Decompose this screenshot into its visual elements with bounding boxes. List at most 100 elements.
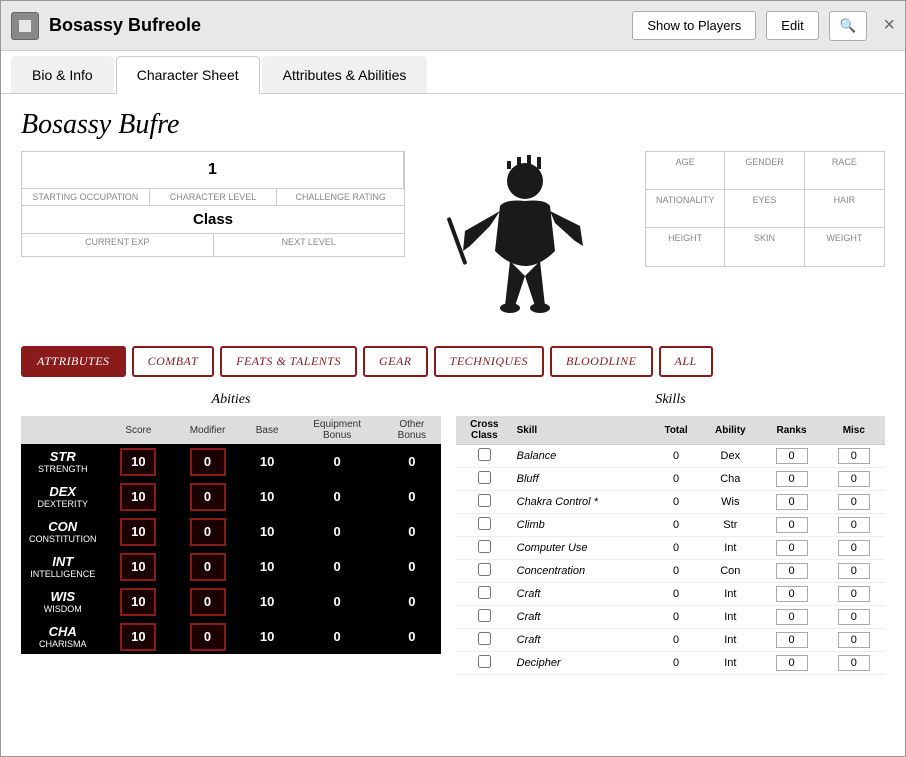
modifier-input[interactable] [190, 518, 226, 546]
cross-class-checkbox[interactable] [478, 448, 491, 461]
skill-misc-input[interactable] [838, 586, 870, 602]
skill-misc-input[interactable] [838, 609, 870, 625]
skill-ranks-input[interactable] [776, 609, 808, 625]
edit-button[interactable]: Edit [766, 11, 818, 40]
filter-techniques-button[interactable]: Techniques [434, 346, 544, 377]
cross-class-checkbox[interactable] [478, 494, 491, 507]
skill-ability: Wis [700, 491, 760, 514]
other-bonus-value: 0 [383, 479, 441, 514]
skill-total: 0 [652, 445, 701, 468]
cross-class-checkbox[interactable] [478, 609, 491, 622]
table-row: Bluff 0 Cha [456, 468, 885, 491]
score-input[interactable] [120, 588, 156, 616]
level-field: 1 [22, 152, 404, 188]
table-row: STR Strength 10 0 0 [21, 444, 441, 479]
skill-misc-input[interactable] [838, 494, 870, 510]
score-input[interactable] [120, 553, 156, 581]
modifier-input[interactable] [190, 623, 226, 651]
filter-gear-button[interactable]: Gear [363, 346, 428, 377]
close-button[interactable]: × [883, 14, 895, 37]
skill-misc-input[interactable] [838, 448, 870, 464]
tab-bio-info[interactable]: Bio & Info [11, 56, 114, 93]
cross-class-checkbox[interactable] [478, 586, 491, 599]
base-value: 10 [243, 479, 292, 514]
skill-total: 0 [652, 629, 701, 652]
table-row: Computer Use 0 Int [456, 537, 885, 560]
tab-attributes-abilities[interactable]: Attributes & Abilities [262, 56, 428, 93]
window-icon [11, 12, 39, 40]
skill-ranks-input[interactable] [776, 448, 808, 464]
attr-name: Constitution [29, 534, 97, 544]
cross-class-checkbox[interactable] [478, 655, 491, 668]
skill-misc-input[interactable] [838, 471, 870, 487]
skill-ranks-input[interactable] [776, 540, 808, 556]
skills-col-skill: Skill [513, 416, 652, 445]
skill-total: 0 [652, 514, 701, 537]
score-input[interactable] [120, 623, 156, 651]
abilities-col-eq-bonus: EquipmentBonus [292, 416, 383, 444]
filter-feats-button[interactable]: Feats & Talents [220, 346, 357, 377]
skill-misc-input[interactable] [838, 632, 870, 648]
modifier-input[interactable] [190, 553, 226, 581]
skill-name: Computer Use [513, 537, 652, 560]
abilities-col-modifier: Modifier [172, 416, 242, 444]
cross-class-checkbox[interactable] [478, 517, 491, 530]
lower-section: Abities Score Modifier Base EquipmentBon… [21, 392, 885, 675]
cross-class-checkbox[interactable] [478, 563, 491, 576]
modifier-input[interactable] [190, 588, 226, 616]
skill-total: 0 [652, 560, 701, 583]
skills-col-ability: Ability [700, 416, 760, 445]
skill-misc-input[interactable] [838, 517, 870, 533]
cross-class-checkbox[interactable] [478, 540, 491, 553]
skill-name: Bluff [513, 468, 652, 491]
skill-total: 0 [652, 606, 701, 629]
score-input[interactable] [120, 483, 156, 511]
skill-name: Chakra Control * [513, 491, 652, 514]
skill-misc-input[interactable] [838, 563, 870, 579]
filter-attributes-button[interactable]: Attributes [21, 346, 126, 377]
filter-all-button[interactable]: All [659, 346, 713, 377]
filter-combat-button[interactable]: Combat [132, 346, 215, 377]
show-to-players-button[interactable]: Show to Players [632, 11, 756, 40]
skill-total: 0 [652, 583, 701, 606]
current-exp-label: Current EXP [22, 234, 214, 256]
score-input[interactable] [120, 518, 156, 546]
skill-ranks-input[interactable] [776, 563, 808, 579]
attr-abbr: STR [29, 449, 97, 464]
skill-ranks-input[interactable] [776, 655, 808, 671]
skill-ability: Int [700, 583, 760, 606]
tab-character-sheet[interactable]: Character Sheet [116, 56, 260, 94]
search-button[interactable]: 🔍 [829, 11, 868, 41]
other-bonus-value: 0 [383, 549, 441, 584]
table-row: Balance 0 Dex [456, 445, 885, 468]
eq-bonus-value: 0 [292, 549, 383, 584]
title-bar: Bosassy Bufreole Show to Players Edit 🔍 … [1, 1, 905, 51]
filter-bloodline-button[interactable]: Bloodline [550, 346, 653, 377]
skill-ranks-input[interactable] [776, 632, 808, 648]
abilities-table: Score Modifier Base EquipmentBonus Other… [21, 416, 441, 654]
base-value: 10 [243, 584, 292, 619]
eq-bonus-value: 0 [292, 619, 383, 654]
skill-misc-input[interactable] [838, 540, 870, 556]
score-input[interactable] [120, 448, 156, 476]
cross-class-checkbox[interactable] [478, 632, 491, 645]
cross-class-checkbox[interactable] [478, 471, 491, 484]
skill-ranks-input[interactable] [776, 471, 808, 487]
skill-ability: Cha [700, 468, 760, 491]
modifier-input[interactable] [190, 448, 226, 476]
race-label: Race [805, 152, 884, 190]
other-bonus-value: 0 [383, 444, 441, 479]
skill-ability: Int [700, 537, 760, 560]
skill-misc-input[interactable] [838, 655, 870, 671]
skill-ranks-input[interactable] [776, 517, 808, 533]
skill-ranks-input[interactable] [776, 586, 808, 602]
modifier-input[interactable] [190, 483, 226, 511]
main-window: Bosassy Bufreole Show to Players Edit 🔍 … [0, 0, 906, 757]
weight-label: Weight [805, 228, 884, 266]
attr-abbr: CHA [29, 624, 97, 639]
skill-ranks-input[interactable] [776, 494, 808, 510]
attr-abbr: CON [29, 519, 97, 534]
table-row: Chakra Control * 0 Wis [456, 491, 885, 514]
base-value: 10 [243, 514, 292, 549]
challenge-rating-label: Challenge Rating [277, 189, 404, 205]
